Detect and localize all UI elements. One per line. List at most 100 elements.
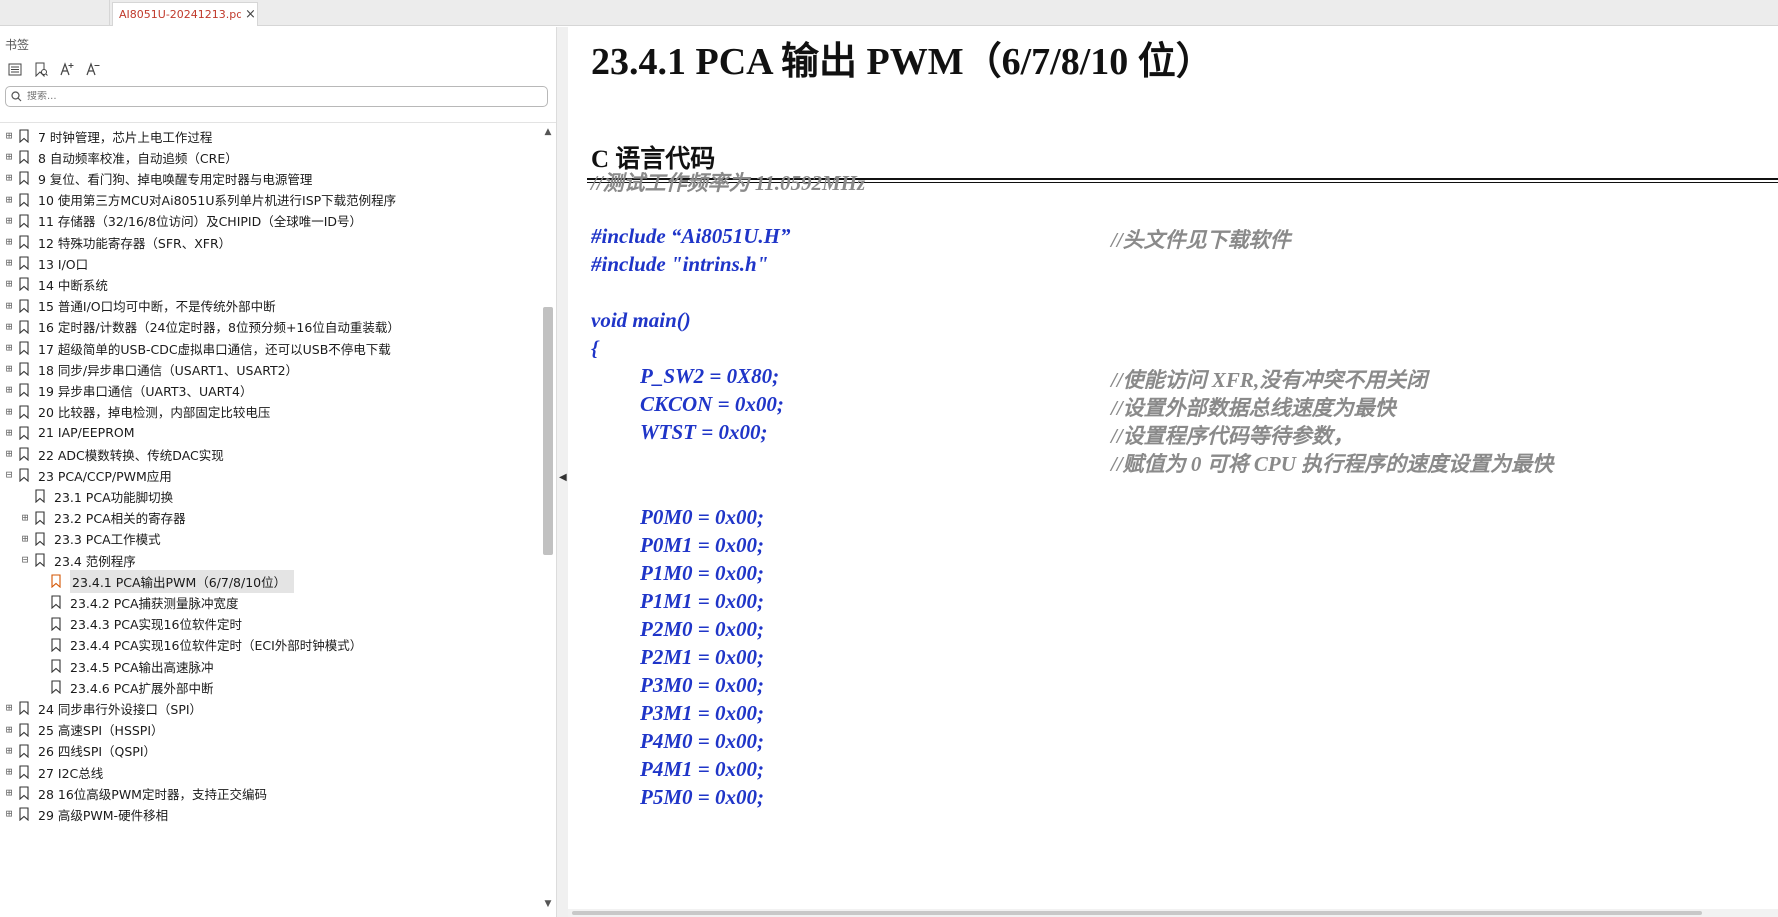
code-line: P2M1 = 0x00; — [640, 645, 764, 669]
code-line: P0M0 = 0x00; — [640, 505, 764, 529]
bookmark-icon — [51, 680, 61, 695]
bookmark-icon — [51, 617, 61, 631]
bookmark-label: 14 中断系统 — [38, 277, 108, 293]
bookmark-item[interactable]: ⊞ 29 高级PWM-硬件移相 — [4, 802, 168, 826]
section-heading: 23.4.1 PCA 输出 PWM（6/7/8/10 位） — [591, 41, 1214, 83]
expand-icon[interactable]: ⊞ — [4, 236, 14, 247]
expand-icon[interactable]: ⊞ — [4, 427, 14, 438]
code-line: P1M0 = 0x00; — [640, 561, 764, 585]
expand-icon[interactable]: ⊞ — [4, 363, 14, 374]
bookmark-icon — [19, 723, 29, 737]
bookmark-icon — [19, 362, 29, 377]
tab-blank[interactable] — [0, 0, 110, 26]
bookmark-label: 23 PCA/CCP/PWM应用 — [38, 468, 172, 484]
code-line: CKCON = 0x00; — [640, 392, 784, 416]
tree-connector — [36, 597, 46, 607]
expand-icon[interactable]: ⊞ — [4, 130, 14, 141]
bookmark-label: 10 使用第三方MCU对Ai8051U系列单片机进行ISP下载范例程序 — [38, 193, 397, 209]
bookmark-icon — [19, 214, 29, 228]
code-line: void main() — [591, 308, 691, 332]
code-line: P4M1 = 0x00; — [640, 757, 764, 781]
expand-icon[interactable]: ⊞ — [4, 702, 14, 713]
code-comment: //设置外部数据总线速度为最快 — [1111, 396, 1396, 420]
bookmark-icon — [19, 129, 29, 143]
font-decrease-icon[interactable] — [83, 60, 103, 78]
expand-icon[interactable]: ⊞ — [4, 745, 14, 756]
bookmark-label: 23.4.5 PCA输出高速脉冲 — [70, 659, 214, 675]
expand-icon[interactable]: ⊞ — [4, 342, 14, 353]
bookmark-search-icon[interactable] — [31, 60, 51, 78]
bookmark-label: 25 高速SPI（HSSPI） — [38, 723, 164, 739]
expand-icon[interactable]: ⊞ — [4, 194, 14, 205]
bookmark-search-box[interactable] — [5, 86, 548, 107]
code-comment: //头文件见下载软件 — [1111, 228, 1291, 252]
expand-icon[interactable]: ⊞ — [4, 278, 14, 289]
expand-icon[interactable]: ⊞ — [4, 448, 14, 459]
expand-icon[interactable]: ⊞ — [20, 512, 30, 523]
sidebar-title: 书签 — [5, 38, 30, 52]
scroll-up-icon[interactable]: ▲ — [541, 127, 555, 141]
search-input[interactable] — [27, 91, 527, 102]
bookmark-icon — [19, 701, 29, 716]
scrollbar-thumb[interactable] — [543, 307, 553, 555]
bookmark-icon — [19, 171, 29, 186]
bookmark-sidebar: 书签 ⊞ 7 时钟管理，芯片上电工作过程 ⊞ 8 自动频率校准，自动追频（CRE） ⊞ 9… — [0, 27, 556, 917]
list-icon[interactable] — [5, 60, 25, 78]
code-comment: //使能访问 XFR,没有冲突不用关闭 — [1111, 368, 1428, 392]
expand-icon[interactable]: ⊞ — [4, 724, 14, 735]
bookmark-label: 18 同步/异步串口通信（USART1、USART2） — [38, 362, 299, 378]
bookmark-icon — [19, 786, 29, 801]
font-increase-icon[interactable] — [57, 60, 77, 78]
expand-icon[interactable]: ⊞ — [4, 300, 14, 311]
bookmark-label: 24 同步串行外设接口（SPI） — [38, 701, 203, 717]
bookmark-label: 13 I/O口 — [38, 256, 89, 272]
bookmark-icon — [19, 150, 29, 165]
tree-connector — [36, 576, 46, 586]
bookmark-icon — [19, 426, 29, 440]
expand-icon[interactable]: ⊞ — [4, 257, 14, 268]
panel-splitter[interactable]: ◀ — [556, 27, 568, 917]
expand-icon[interactable]: ⊞ — [4, 172, 14, 183]
code-line: P4M0 = 0x00; — [640, 729, 764, 753]
bookmark-label: 23.4.1 PCA输出PWM（6/7/8/10位） — [70, 569, 295, 593]
expand-icon[interactable]: ⊞ — [20, 533, 30, 544]
bookmark-icon — [19, 341, 29, 355]
bookmark-icon — [19, 299, 29, 313]
code-comment: //赋值为 0 可将 CPU 执行程序的速度设置为最快 — [1111, 452, 1554, 476]
tab-document[interactable]: AI8051U-20241213.pdf ... × — [112, 2, 258, 26]
expand-icon[interactable]: ⊞ — [4, 321, 14, 332]
bookmark-icon — [19, 235, 29, 249]
code-line: WTST = 0x00; — [640, 420, 768, 444]
bookmark-icon — [35, 489, 45, 504]
bookmark-icon — [19, 193, 29, 207]
code-line: P_SW2 = 0X80; — [640, 364, 780, 388]
expand-icon[interactable]: ⊞ — [4, 215, 14, 226]
bookmark-label: 21 IAP/EEPROM — [38, 425, 135, 441]
code-comment: //设置程序代码等待参数， — [1111, 424, 1354, 448]
expand-icon[interactable]: ⊞ — [4, 787, 14, 798]
expand-icon[interactable]: ⊞ — [4, 808, 14, 819]
bookmark-label: 23.3 PCA工作模式 — [54, 532, 161, 548]
scrollbar-thumb[interactable] — [572, 911, 1702, 915]
bookmark-icon — [19, 277, 29, 292]
collapse-icon[interactable]: ⊟ — [20, 554, 30, 565]
bookmark-icon — [19, 383, 29, 398]
code-line: P3M0 = 0x00; — [640, 673, 764, 697]
expand-icon[interactable]: ⊞ — [4, 151, 14, 162]
document-horizontal-scrollbar[interactable] — [568, 909, 1778, 917]
tree-connector — [36, 682, 46, 692]
sidebar-scrollbar[interactable]: ▲ ▼ — [541, 127, 555, 917]
expand-icon[interactable]: ⊞ — [4, 384, 14, 395]
bookmark-label: 16 定时器/计数器（24位定时器，8位预分频+16位自动重装载） — [38, 320, 400, 336]
bookmark-label: 7 时钟管理，芯片上电工作过程 — [38, 129, 213, 145]
tab-title: AI8051U-20241213.pdf ... — [119, 8, 241, 21]
expand-icon[interactable]: ⊞ — [4, 766, 14, 777]
bookmark-label: 22 ADC模数转换、传统DAC实现 — [38, 447, 224, 463]
collapse-icon[interactable]: ⊟ — [4, 469, 14, 480]
expand-icon[interactable]: ⊞ — [4, 406, 14, 417]
close-icon[interactable]: × — [245, 8, 256, 21]
scroll-down-icon[interactable]: ▼ — [541, 899, 555, 913]
code-comment: //测试工作频率为 11.0592MHz — [591, 171, 866, 195]
bookmark-icon — [51, 638, 61, 652]
collapse-arrow-icon[interactable]: ◀ — [559, 472, 567, 483]
